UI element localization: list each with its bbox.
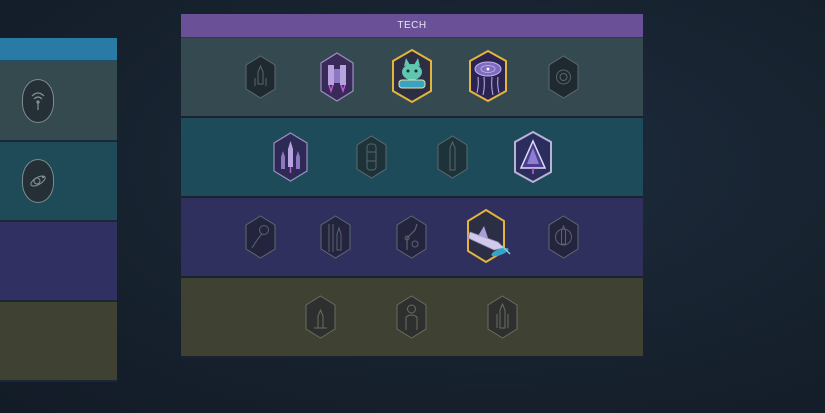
tech-category-panel: TECH (181, 14, 643, 358)
signal-antenna-icon[interactable] (22, 79, 54, 123)
rocket-launch-icon[interactable] (244, 54, 277, 100)
satellite-orbit-icon[interactable] (22, 159, 54, 203)
left-row (0, 62, 117, 142)
left-row (0, 302, 117, 382)
vinyl-record-icon[interactable] (468, 49, 508, 103)
capsule-stack-icon[interactable] (355, 134, 388, 180)
orbit-rocket-icon[interactable] (547, 214, 580, 260)
left-panel-header (0, 38, 117, 62)
tech-row-2 (181, 118, 643, 198)
tech-row-3 (181, 198, 643, 278)
shuttle-launch-icon[interactable] (486, 294, 519, 340)
small-rocket-icon[interactable] (304, 294, 337, 340)
left-row (0, 222, 117, 302)
left-category-panel (0, 38, 117, 382)
astronaut-icon[interactable] (395, 294, 428, 340)
launch-tower-icon[interactable] (319, 214, 352, 260)
robotic-arm-icon[interactable] (395, 214, 428, 260)
tech-panel-title: TECH (181, 14, 643, 38)
left-row (0, 142, 117, 222)
space-cat-icon[interactable] (391, 48, 433, 104)
delta-shuttle-icon[interactable] (513, 130, 553, 184)
triple-rocket-icon[interactable] (272, 131, 309, 183)
tech-row-4 (181, 278, 643, 358)
twin-boosters-icon[interactable] (319, 51, 355, 103)
planet-satellite-icon[interactable] (244, 214, 277, 260)
space-shuttle-icon[interactable] (464, 208, 512, 264)
tech-row-1 (181, 38, 643, 118)
radar-circle-icon[interactable] (547, 54, 580, 100)
tall-rocket-icon[interactable] (436, 134, 469, 180)
